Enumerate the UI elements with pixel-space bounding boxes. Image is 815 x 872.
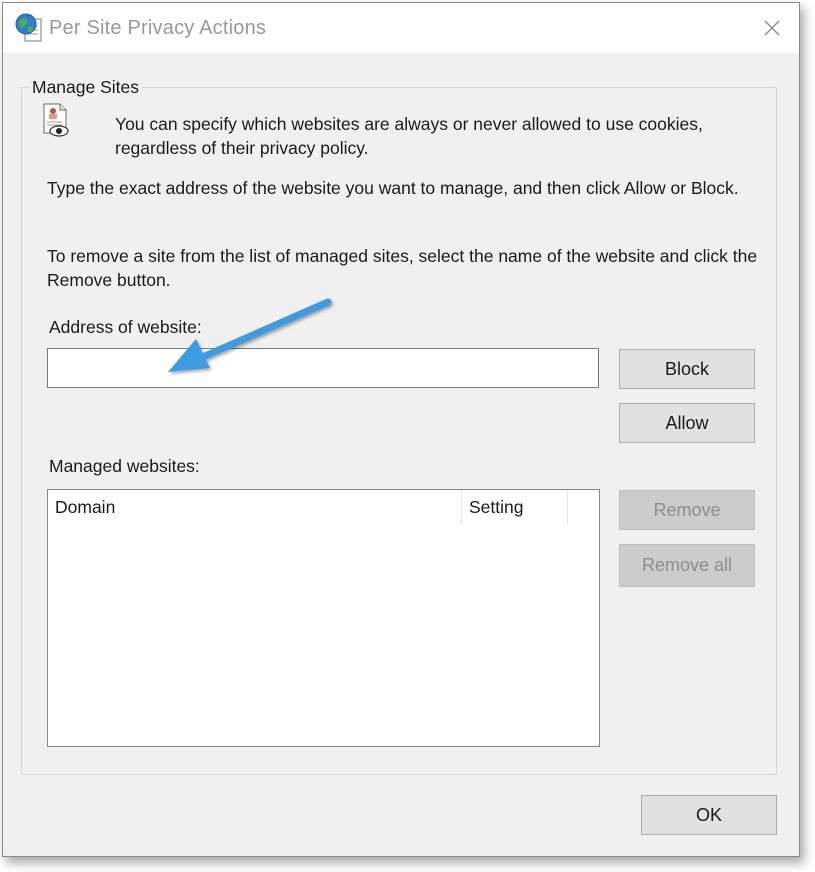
managed-websites-list[interactable]: Domain Setting (47, 489, 600, 747)
privacy-document-eye-icon (41, 103, 73, 139)
address-input[interactable] (47, 348, 599, 388)
remove-button[interactable]: Remove (619, 490, 755, 530)
group-legend: Manage Sites (29, 77, 143, 98)
globe-document-icon (15, 13, 43, 43)
list-header: Domain Setting (48, 490, 599, 524)
block-button[interactable]: Block (619, 349, 755, 389)
column-header-setting[interactable]: Setting (462, 490, 568, 524)
column-header-domain[interactable]: Domain (48, 490, 462, 524)
managed-websites-label: Managed websites: (49, 456, 200, 476)
title-bar: Per Site Privacy Actions (3, 3, 799, 53)
remove-instructions: To remove a site from the list of manage… (47, 246, 758, 290)
per-site-privacy-dialog: Per Site Privacy Actions Manage Sites Yo… (2, 2, 800, 857)
add-instructions: Type the exact address of the website yo… (47, 178, 739, 198)
allow-button[interactable]: Allow (619, 403, 755, 443)
close-icon[interactable] (761, 17, 783, 39)
address-label: Address of website: (49, 317, 202, 337)
ok-button[interactable]: OK (641, 795, 777, 835)
remove-all-button[interactable]: Remove all (619, 544, 755, 587)
window-title: Per Site Privacy Actions (49, 17, 267, 39)
intro-text: You can specify which websites are alway… (115, 114, 703, 158)
